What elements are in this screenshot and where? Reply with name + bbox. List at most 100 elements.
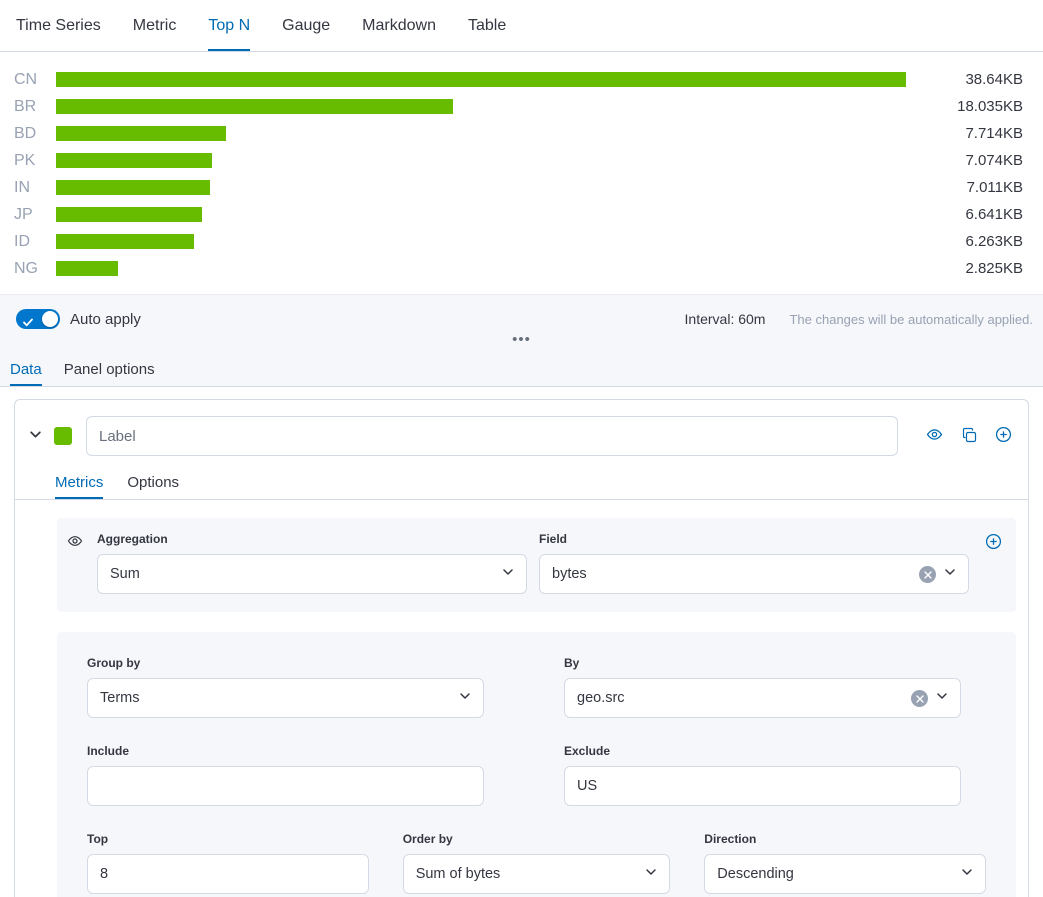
series-collapse-button[interactable] (29, 428, 42, 444)
bar-row: JP 6.641KB (14, 201, 1023, 228)
bar-row: CN 38.64KB (14, 66, 1023, 93)
bar-row: PK 7.074KB (14, 147, 1023, 174)
bar-row: IN 7.011KB (14, 174, 1023, 201)
group-by-label: Group by (87, 656, 484, 670)
metric-row: Aggregation Sum Field bytes (57, 518, 1016, 612)
bar-row: BR 18.035KB (14, 93, 1023, 120)
clear-icon (924, 567, 932, 582)
bar-category-label: PK (14, 152, 52, 170)
bar-category-label: CN (14, 71, 52, 89)
clone-series-button[interactable] (961, 427, 977, 446)
bar-value-label: 6.263KB (933, 233, 1023, 250)
plus-circle-icon (985, 533, 1002, 553)
field-select[interactable]: bytes (539, 554, 969, 594)
eye-icon (67, 533, 83, 552)
bar-value-label: 7.714KB (933, 125, 1023, 142)
toggle-metric-visibility-button[interactable] (67, 532, 83, 552)
bar-value-label: 18.035KB (933, 98, 1023, 115)
group-by-select[interactable]: Terms (87, 678, 484, 718)
series-card-header (15, 400, 1028, 468)
include-label: Include (87, 744, 484, 758)
copy-icon (961, 427, 977, 446)
series-card: Metrics Options Aggregation Sum Field by… (14, 399, 1029, 897)
bar-category-label: BR (14, 98, 52, 116)
interval-label: Interval: 60m (685, 311, 766, 327)
bar (56, 99, 453, 114)
series-label-input[interactable] (86, 416, 898, 456)
bar (56, 126, 226, 141)
plus-circle-icon (995, 426, 1012, 446)
group-by-section: Group by Terms By geo.src Incl (57, 632, 1016, 897)
auto-apply-note: The changes will be automatically applie… (789, 312, 1033, 327)
direction-select[interactable]: Descending (704, 854, 986, 894)
bar (56, 153, 212, 168)
top-n-chart: CN 38.64KB BR 18.035KB BD 7.714KB PK 7.0… (0, 52, 1043, 294)
series-color-swatch[interactable] (54, 427, 72, 445)
bar-value-label: 6.641KB (933, 206, 1023, 223)
order-by-label: Order by (403, 832, 671, 846)
bar-category-label: IN (14, 179, 52, 197)
bar-row: ID 6.263KB (14, 228, 1023, 255)
chevron-down-icon (502, 566, 514, 582)
tab-metrics[interactable]: Metrics (55, 468, 103, 499)
direction-label: Direction (704, 832, 986, 846)
bar-value-label: 7.011KB (933, 179, 1023, 196)
chevron-down-icon (645, 866, 657, 882)
bar-value-label: 2.825KB (933, 260, 1023, 277)
eye-icon (926, 426, 943, 446)
tab-time-series[interactable]: Time Series (16, 0, 101, 51)
panel-type-tabs: Time Series Metric Top N Gauge Markdown … (0, 0, 1043, 52)
add-series-button[interactable] (995, 426, 1012, 446)
tab-panel-options[interactable]: Panel options (64, 355, 155, 386)
chevron-down-icon (961, 866, 973, 882)
clear-by-field-button[interactable] (911, 690, 928, 707)
bar-value-label: 7.074KB (933, 152, 1023, 169)
chevron-down-icon (944, 566, 956, 582)
tab-data[interactable]: Data (10, 355, 42, 386)
aggregation-select[interactable]: Sum (97, 554, 527, 594)
chevron-down-icon (936, 690, 948, 706)
bar (56, 234, 194, 249)
include-input[interactable] (87, 766, 484, 806)
field-label: Field (539, 532, 969, 546)
toggle-series-button[interactable] (926, 426, 943, 446)
series-tabs: Metrics Options (15, 468, 1028, 500)
exclude-label: Exclude (564, 744, 961, 758)
bar-row: NG 2.825KB (14, 255, 1023, 282)
tab-top-n[interactable]: Top N (208, 0, 250, 51)
order-by-select[interactable]: Sum of bytes (403, 854, 671, 894)
bar-category-label: BD (14, 125, 52, 143)
bar (56, 207, 202, 222)
by-label: By (564, 656, 961, 670)
editor-controls-strip: Auto apply Interval: 60m The changes wil… (0, 294, 1043, 387)
tab-markdown[interactable]: Markdown (362, 0, 436, 51)
top-input[interactable] (87, 854, 369, 894)
editor-tabs: Data Panel options (0, 355, 1043, 387)
auto-apply-label: Auto apply (70, 311, 141, 328)
top-label: Top (87, 832, 369, 846)
tab-metric[interactable]: Metric (133, 0, 177, 51)
auto-apply-toggle[interactable] (16, 309, 60, 329)
clear-icon (916, 691, 924, 706)
tab-table[interactable]: Table (468, 0, 506, 51)
add-metric-button[interactable] (985, 532, 1002, 553)
chevron-down-icon (29, 428, 42, 444)
panel-resize-handle[interactable]: ••• (512, 335, 531, 345)
bar-row: BD 7.714KB (14, 120, 1023, 147)
tab-options[interactable]: Options (127, 468, 179, 499)
tab-gauge[interactable]: Gauge (282, 0, 330, 51)
clear-field-button[interactable] (919, 566, 936, 583)
bar-value-label: 38.64KB (933, 71, 1023, 88)
aggregation-label: Aggregation (97, 532, 527, 546)
bar (56, 180, 210, 195)
bar (56, 261, 118, 276)
exclude-input[interactable] (564, 766, 961, 806)
bar-category-label: ID (14, 233, 52, 251)
bar-category-label: JP (14, 206, 52, 224)
check-icon (23, 314, 33, 332)
toggle-thumb (42, 311, 58, 327)
chevron-down-icon (459, 690, 471, 706)
bar (56, 72, 906, 87)
bar-category-label: NG (14, 260, 52, 278)
group-by-field-select[interactable]: geo.src (564, 678, 961, 718)
